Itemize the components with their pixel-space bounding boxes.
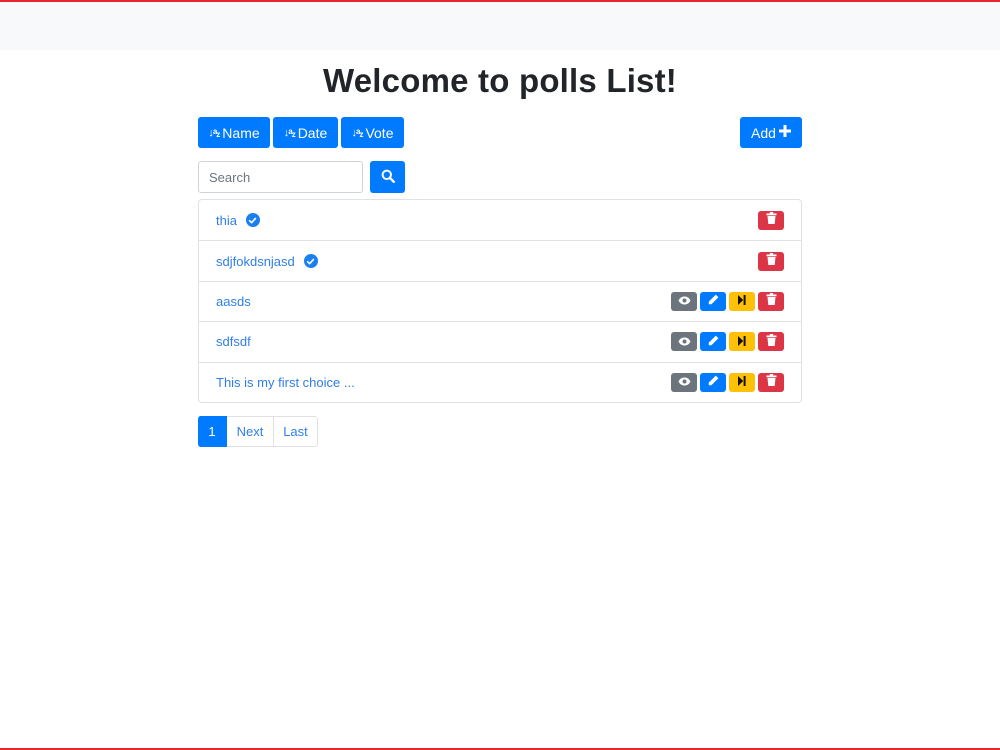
next-step-button[interactable] — [729, 291, 755, 311]
pencil-icon — [708, 333, 719, 351]
trash-icon — [766, 211, 777, 229]
pencil-icon — [708, 292, 719, 310]
view-poll-button[interactable] — [671, 372, 697, 392]
eye-icon — [678, 373, 691, 391]
edit-poll-button[interactable] — [700, 372, 726, 392]
sort-by-date-button[interactable]: ↓az Date — [273, 117, 338, 148]
sort-alpha-down-icon: ↓az — [283, 126, 296, 139]
poll-actions — [671, 332, 784, 352]
page-last-button[interactable]: Last — [274, 416, 318, 447]
next-step-button[interactable] — [729, 372, 755, 392]
poll-list-item: thia — [199, 200, 801, 240]
poll-list-item: sdfsdf — [199, 321, 801, 361]
trash-icon — [766, 292, 777, 310]
check-circle-icon — [245, 213, 260, 228]
sort-by-name-button[interactable]: ↓az Name — [198, 117, 270, 148]
trash-icon — [766, 252, 777, 270]
search-button[interactable] — [370, 161, 405, 193]
trash-icon — [766, 373, 777, 391]
pagination: 1 Next Last — [198, 416, 318, 447]
page-1-button[interactable]: 1 — [198, 416, 227, 447]
poll-actions — [758, 210, 784, 230]
delete-poll-button[interactable] — [758, 291, 784, 311]
sort-by-date-label: Date — [297, 124, 328, 141]
delete-poll-button[interactable] — [758, 210, 784, 230]
poll-title-link[interactable]: This is my first choice ... — [216, 375, 355, 390]
check-circle-icon — [303, 254, 318, 269]
search-input[interactable] — [198, 161, 363, 193]
next-step-button[interactable] — [729, 332, 755, 352]
trash-icon — [766, 333, 777, 351]
view-poll-button[interactable] — [671, 291, 697, 311]
edit-poll-button[interactable] — [700, 332, 726, 352]
delete-poll-button[interactable] — [758, 251, 784, 271]
sort-by-vote-label: Vote — [365, 124, 394, 141]
sort-alpha-down-icon: ↓az — [351, 126, 364, 139]
add-poll-button[interactable]: Add — [740, 117, 802, 148]
step-forward-icon — [738, 373, 746, 391]
view-poll-button[interactable] — [671, 332, 697, 352]
delete-poll-button[interactable] — [758, 332, 784, 352]
sort-by-name-label: Name — [222, 124, 260, 141]
eye-icon — [678, 333, 691, 351]
add-poll-label: Add — [751, 124, 776, 141]
poll-title-link[interactable]: aasds — [216, 294, 251, 309]
page-title: Welcome to polls List! — [323, 62, 677, 99]
poll-list: thia sdjfokdsnjasd aasds sdfsdf This is … — [198, 199, 802, 403]
search-icon — [381, 169, 395, 186]
page-next-button[interactable]: Next — [227, 416, 274, 447]
delete-poll-button[interactable] — [758, 372, 784, 392]
pencil-icon — [708, 373, 719, 391]
poll-actions — [671, 291, 784, 311]
poll-title-link[interactable]: sdjfokdsnjasd — [216, 254, 295, 269]
poll-title-link[interactable]: thia — [216, 213, 237, 228]
poll-actions — [758, 251, 784, 271]
navbar — [0, 2, 1000, 50]
eye-icon — [678, 292, 691, 310]
sort-by-vote-button[interactable]: ↓az Vote — [341, 117, 404, 148]
poll-list-item: sdjfokdsnjasd — [199, 240, 801, 280]
step-forward-icon — [738, 333, 746, 351]
plus-icon — [778, 122, 791, 141]
poll-title-link[interactable]: sdfsdf — [216, 334, 251, 349]
poll-actions — [671, 372, 784, 392]
edit-poll-button[interactable] — [700, 291, 726, 311]
sort-alpha-down-icon: ↓az — [208, 126, 220, 139]
poll-list-item: This is my first choice ... — [199, 361, 801, 402]
poll-list-item: aasds — [199, 280, 801, 321]
step-forward-icon — [738, 292, 746, 310]
